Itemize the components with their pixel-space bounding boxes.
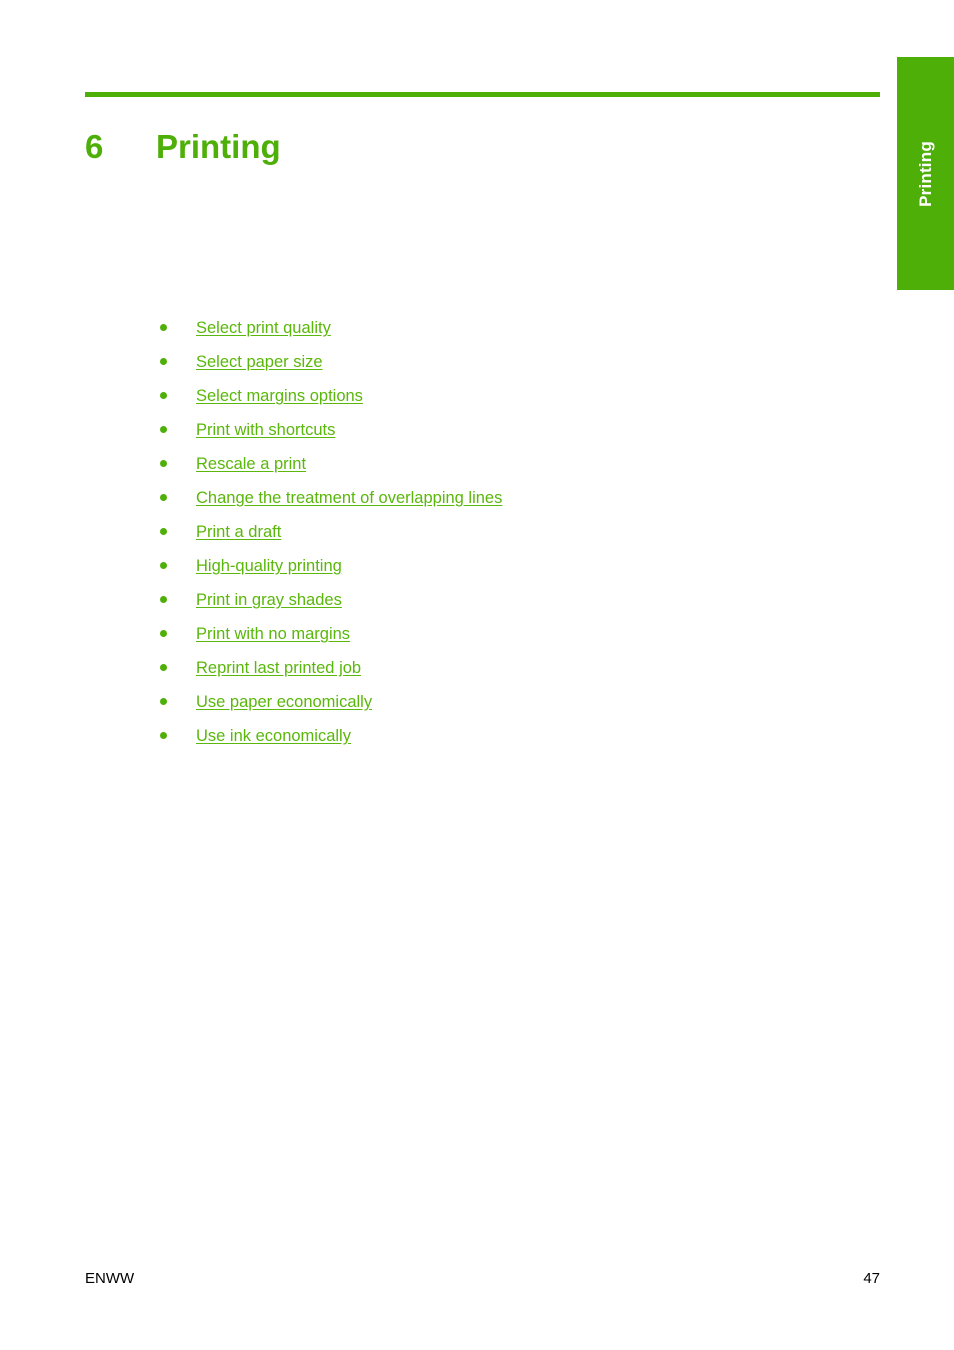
chapter-toc-list: Select print quality Select paper size S…: [85, 318, 885, 760]
toc-link-use-paper-economically[interactable]: Use paper economically: [196, 693, 372, 711]
bullet-icon: [160, 732, 167, 739]
document-page: Printing 6 Printing Select print quality …: [0, 0, 954, 1350]
bullet-icon: [160, 528, 167, 535]
toc-link-print-with-shortcuts[interactable]: Print with shortcuts: [196, 421, 335, 439]
list-item: Use paper economically: [85, 692, 885, 726]
toc-link-select-margins-options[interactable]: Select margins options: [196, 387, 363, 405]
bullet-icon: [160, 494, 167, 501]
page-footer: ENWW 47: [85, 1270, 880, 1287]
list-item: Select margins options: [85, 386, 885, 420]
chapter-number: 6: [85, 128, 104, 166]
toc-link-print-a-draft[interactable]: Print a draft: [196, 523, 281, 541]
footer-locale-code: ENWW: [85, 1270, 135, 1287]
chapter-side-tab-label: Printing: [915, 140, 935, 207]
list-item: High-quality printing: [85, 556, 885, 590]
bullet-icon: [160, 664, 167, 671]
bullet-icon: [160, 460, 167, 467]
toc-link-select-paper-size[interactable]: Select paper size: [196, 353, 323, 371]
toc-link-print-in-gray-shades[interactable]: Print in gray shades: [196, 591, 342, 609]
list-item: Select paper size: [85, 352, 885, 386]
chapter-title: Printing: [156, 128, 281, 166]
bullet-icon: [160, 562, 167, 569]
toc-link-change-treatment-of-overlapping-lines[interactable]: Change the treatment of overlapping line…: [196, 489, 502, 507]
toc-link-rescale-a-print[interactable]: Rescale a print: [196, 455, 306, 473]
list-item: Print a draft: [85, 522, 885, 556]
list-item: Print with no margins: [85, 624, 885, 658]
list-item: Print with shortcuts: [85, 420, 885, 454]
list-item: Reprint last printed job: [85, 658, 885, 692]
toc-link-select-print-quality[interactable]: Select print quality: [196, 319, 331, 337]
bullet-icon: [160, 630, 167, 637]
toc-link-use-ink-economically[interactable]: Use ink economically: [196, 727, 351, 745]
bullet-icon: [160, 324, 167, 331]
chapter-heading-rule: [85, 92, 880, 97]
bullet-icon: [160, 426, 167, 433]
list-item: Use ink economically: [85, 726, 885, 760]
list-item: Rescale a print: [85, 454, 885, 488]
bullet-icon: [160, 698, 167, 705]
toc-link-print-with-no-margins[interactable]: Print with no margins: [196, 625, 350, 643]
toc-link-reprint-last-printed-job[interactable]: Reprint last printed job: [196, 659, 361, 677]
toc-link-high-quality-printing[interactable]: High-quality printing: [196, 557, 342, 575]
list-item: Select print quality: [85, 318, 885, 352]
bullet-icon: [160, 392, 167, 399]
page-title: 6 Printing: [85, 125, 885, 169]
list-item: Print in gray shades: [85, 590, 885, 624]
footer-page-number: 47: [863, 1270, 880, 1287]
bullet-icon: [160, 358, 167, 365]
list-item: Change the treatment of overlapping line…: [85, 488, 885, 522]
chapter-side-tab: Printing: [897, 57, 954, 290]
bullet-icon: [160, 596, 167, 603]
